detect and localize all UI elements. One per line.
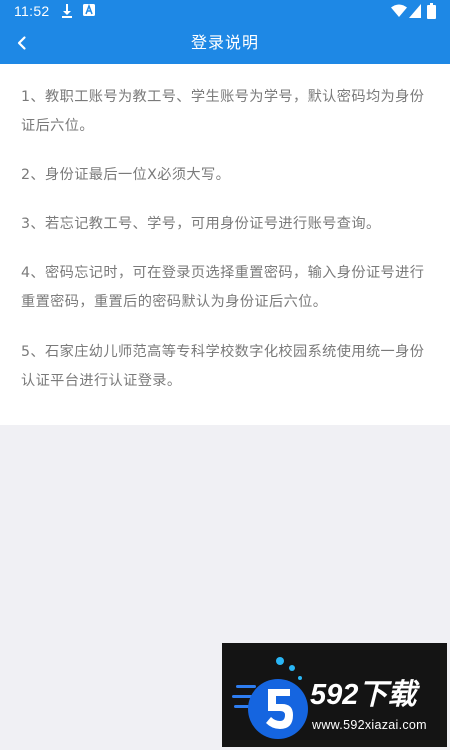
status-bar: 11:52 xyxy=(0,0,450,22)
page-title: 登录说明 xyxy=(190,33,259,52)
instructions-card: 1、教职工账号为教工号、学生账号为学号，默认密码均为身份证后六位。 2、身份证最… xyxy=(0,64,450,425)
watermark-592xiazai: 592下载 www.592xiazai.com xyxy=(222,643,447,747)
instruction-item-3: 3、若忘记教工号、学号，可用身份证号进行账号查询。 xyxy=(21,216,381,232)
watermark-brand: 592下载 xyxy=(310,679,417,711)
instruction-item-5: 5、石家庄幼儿师范高等专科学校数字化校园系统使用统一身份认证平台进行认证登录。 xyxy=(21,344,425,389)
wifi-icon xyxy=(391,4,407,17)
status-time: 11:52 xyxy=(14,3,50,19)
instruction-item-4: 4、密码忘记时，可在登录页选择重置密码，输入身份证号进行重置密码，重置后的密码默… xyxy=(21,265,425,310)
instruction-item-2: 2、身份证最后一位X必须大写。 xyxy=(21,167,231,183)
signal-icon xyxy=(409,4,421,18)
app-bar: 登录说明 xyxy=(0,22,450,64)
a-notification-icon xyxy=(83,4,95,16)
watermark-url: www.592xiazai.com xyxy=(312,718,427,732)
watermark-logo-icon xyxy=(232,657,308,739)
battery-icon xyxy=(427,3,436,19)
download-icon xyxy=(62,4,72,18)
instruction-item-1: 1、教职工账号为教工号、学生账号为学号，默认密码均为身份证后六位。 xyxy=(21,89,425,134)
